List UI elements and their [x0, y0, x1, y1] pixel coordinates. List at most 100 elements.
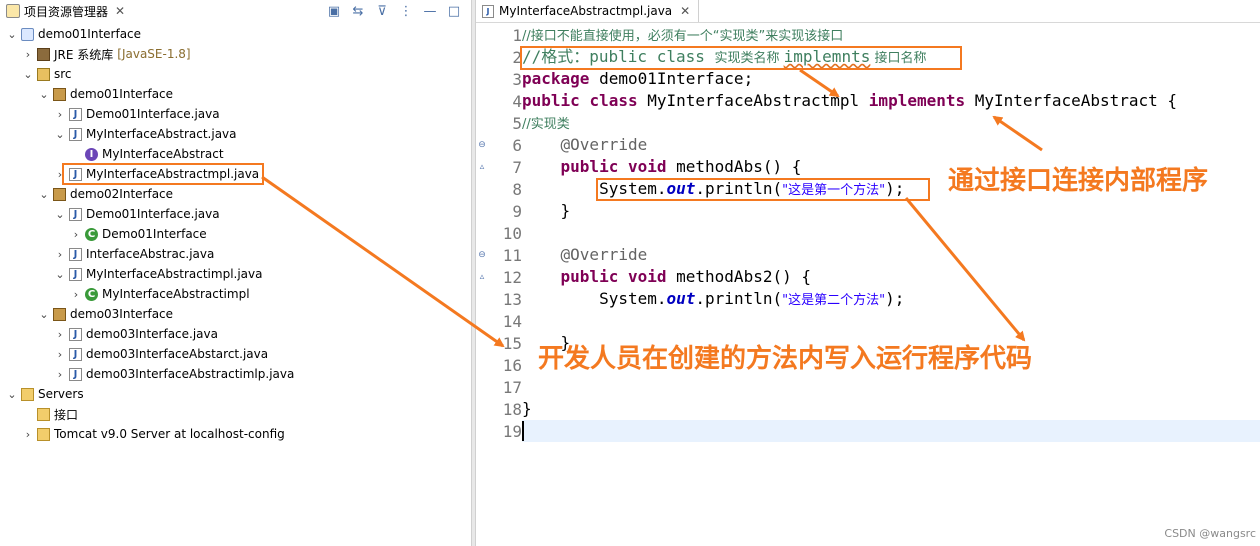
line-number: 1	[512, 25, 522, 45]
tree-item[interactable]: › Jdemo03InterfaceAbstractimlp.java	[0, 364, 470, 384]
tree-item[interactable]: › J Demo01Interface.java	[0, 104, 470, 124]
tree-item-label: MyInterfaceAbstractimpl	[102, 287, 250, 301]
tree-item[interactable]: ⌄ src	[0, 64, 470, 84]
tree-item[interactable]: ⌄ J MyInterfaceAbstract.java	[0, 124, 470, 144]
explorer-header: 项目资源管理器 ✕ ▣ ⇆ ⊽ ⋮ — □	[0, 0, 470, 22]
folder-icon	[37, 407, 50, 421]
code-line-6[interactable]: @Override	[522, 134, 648, 156]
chevron-right-icon[interactable]: ›	[54, 108, 66, 121]
chevron-right-icon[interactable]: ›	[70, 288, 82, 301]
folder-icon	[21, 387, 34, 401]
code-editor[interactable]: J MyInterfaceAbstractmpl.java ✕ 1 2 3 4 5 ⊖ 6 ▵…	[476, 0, 1260, 546]
chevron-down-icon[interactable]: ⌄	[22, 68, 34, 81]
line-number-row: 19	[476, 420, 1260, 442]
code-line-18[interactable]: }	[522, 398, 532, 420]
code-line-13[interactable]: System.out.println("这是第二个方法");	[522, 288, 904, 312]
code-line-5[interactable]: //实现类	[522, 112, 570, 136]
chevron-right-icon[interactable]: ›	[70, 228, 82, 241]
line-number: 17	[502, 377, 522, 397]
field-out: out	[666, 289, 696, 308]
code-line-3[interactable]: package demo01Interface;	[522, 68, 753, 90]
close-icon[interactable]: ✕	[680, 4, 690, 18]
fold-marker-icon[interactable]: ▵	[476, 162, 488, 172]
code-line-12[interactable]: public void methodAbs2() {	[522, 266, 811, 288]
close-icon[interactable]: ✕	[115, 4, 125, 18]
tree-item-label: MyInterfaceAbstract	[102, 147, 224, 161]
watermark: CSDN @wangsrc	[1164, 527, 1256, 540]
tree-item[interactable]: ⌄ J MyInterfaceAbstractimpl.java	[0, 264, 470, 284]
tree-item-suffix: [JavaSE-1.8]	[117, 47, 191, 61]
tree-item-label: src	[54, 67, 72, 81]
chevron-down-icon[interactable]: ⌄	[6, 388, 18, 401]
minimize-icon[interactable]: —	[422, 3, 438, 19]
chevron-right-icon[interactable]: ›	[22, 48, 34, 61]
collapse-all-icon[interactable]: ▣	[326, 3, 342, 19]
view-menu-icon[interactable]: ⋮	[398, 3, 414, 19]
keyword: public	[560, 157, 619, 176]
chevron-down-icon[interactable]: ⌄	[54, 208, 66, 221]
tree-item[interactable]: 接口	[0, 404, 470, 424]
line-number: 18	[502, 399, 522, 419]
code-line-4[interactable]: public class MyInterfaceAbstractmpl impl…	[522, 90, 1177, 112]
interface-icon: I	[85, 147, 98, 161]
chevron-right-icon[interactable]: ›	[54, 248, 66, 261]
tree-item[interactable]: ⌄ demo02Interface	[0, 184, 470, 204]
class-icon: C	[85, 227, 98, 241]
line-number: 15	[502, 333, 522, 353]
line-number: 8	[512, 179, 522, 199]
link-with-editor-icon[interactable]: ⇆	[350, 3, 366, 19]
java-file-icon: J	[69, 347, 82, 361]
chevron-down-icon[interactable]: ⌄	[38, 188, 50, 201]
chevron-down-icon[interactable]: ⌄	[54, 268, 66, 281]
tree-item[interactable]: ⌄ demo03Interface	[0, 304, 470, 324]
tree-item[interactable]: › C Demo01Interface	[0, 224, 470, 244]
tree-item[interactable]: › Jdemo03InterfaceAbstarct.java	[0, 344, 470, 364]
tree-item[interactable]: › J InterfaceAbstrac.java	[0, 244, 470, 264]
code-line-1[interactable]: //接口不能直接使用，必须有一个“实现类”来实现该接口	[522, 24, 843, 48]
chevron-right-icon[interactable]: ›	[54, 328, 66, 341]
line-number: 11	[502, 245, 522, 265]
chevron-right-icon[interactable]: ›	[54, 348, 66, 361]
fold-marker-icon[interactable]: ⊖	[476, 140, 488, 150]
maximize-icon[interactable]: □	[446, 3, 462, 19]
tree-item[interactable]: › JRE 系统库 [JavaSE-1.8]	[0, 44, 470, 64]
tree-item-label: demo01Interface	[70, 87, 174, 101]
tree-item-label: Demo01Interface.java	[86, 107, 220, 121]
project-tree: ⌄ demo01Interface › JRE 系统库 [JavaSE-1.8] ⌄ src…	[0, 24, 470, 444]
chevron-down-icon[interactable]: ⌄	[54, 128, 66, 141]
tree-item[interactable]: I MyInterfaceAbstract	[0, 144, 470, 164]
tree-item[interactable]: ⌄ demo01Interface	[0, 84, 470, 104]
chevron-down-icon[interactable]: ⌄	[38, 308, 50, 321]
tree-item[interactable]: › Jdemo03Interface.java	[0, 324, 470, 344]
method-signature: methodAbs() {	[666, 157, 802, 176]
class-icon: C	[85, 287, 98, 301]
keyword: void	[627, 157, 667, 176]
tree-item[interactable]: ⌄ Servers	[0, 384, 470, 404]
filter-icon[interactable]: ⊽	[374, 3, 390, 19]
fold-marker-icon[interactable]: ▵	[476, 272, 488, 282]
tree-item-label: demo03Interface.java	[86, 327, 218, 341]
chevron-down-icon[interactable]: ⌄	[6, 28, 18, 41]
line-number: 19	[502, 421, 522, 441]
tree-item[interactable]: ⌄ J Demo01Interface.java	[0, 204, 470, 224]
line-number: 4	[512, 91, 522, 111]
tree-item-label: demo03InterfaceAbstarct.java	[86, 347, 269, 361]
chevron-right-icon[interactable]: ›	[54, 368, 66, 381]
code-line-7[interactable]: public void methodAbs() {	[522, 156, 802, 178]
fold-marker-icon[interactable]: ⊖	[476, 250, 488, 260]
tree-item[interactable]: › C MyInterfaceAbstractimpl	[0, 284, 470, 304]
editor-tab-divider	[476, 22, 1260, 23]
tree-item[interactable]: › Tomcat v9.0 Server at localhost-config	[0, 424, 470, 444]
code-line-9[interactable]: }	[522, 200, 571, 222]
chevron-right-icon[interactable]: ›	[22, 428, 34, 441]
editor-tab[interactable]: J MyInterfaceAbstractmpl.java ✕	[476, 0, 700, 22]
code-line-11[interactable]: @Override	[522, 244, 648, 266]
tree-item[interactable]: ⌄ demo01Interface	[0, 24, 470, 44]
explorer-view-tab[interactable]: 项目资源管理器 ✕	[0, 0, 132, 22]
chevron-down-icon[interactable]: ⌄	[38, 88, 50, 101]
keyword: class	[589, 91, 638, 110]
java-file-icon: J	[69, 327, 82, 341]
tree-item-label: InterfaceAbstrac.java	[86, 247, 215, 261]
annotation-interface-connect: 通过接口连接内部程序	[948, 166, 1209, 196]
tree-item-label: Demo01Interface	[102, 227, 207, 241]
